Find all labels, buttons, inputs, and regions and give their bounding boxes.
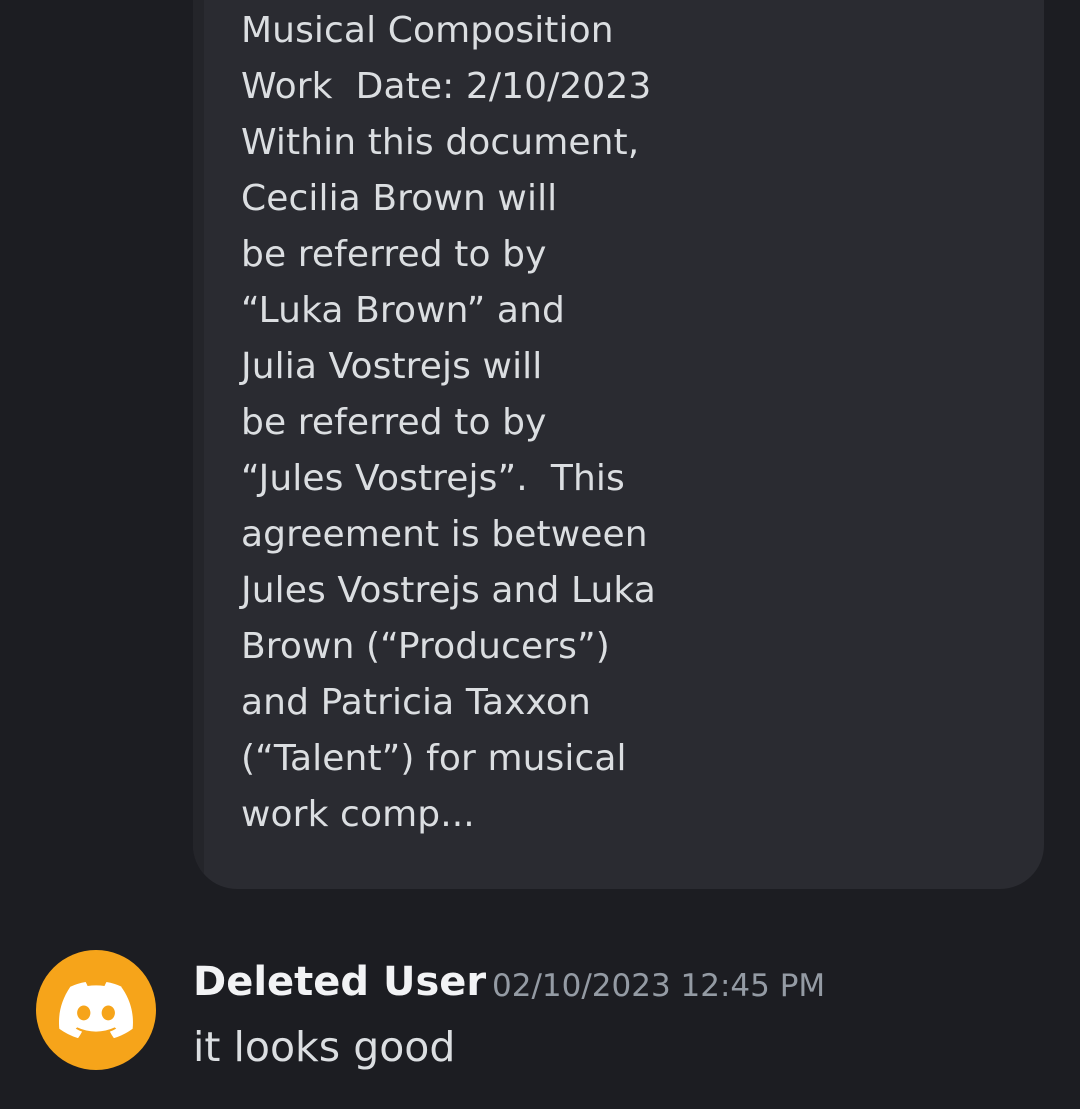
embed-line: be referred to by [241,402,547,443]
embed-line: Brown (“Producers”) [241,626,610,667]
embed-line: and Patricia Taxxon [241,682,591,723]
embed-line: “Jules Vostrejs”. This [241,458,625,499]
message-embed: Musical Composition Work Date: 2/10/2023… [193,0,1044,889]
embed-line: Cecilia Brown will [241,178,558,219]
embed-text: Musical Composition Work Date: 2/10/2023… [241,3,656,843]
embed-accent-bar [193,0,204,889]
embed-line: Jules Vostrejs and Luka [241,570,656,611]
embed-line: Within this document, [241,122,640,163]
embed-line: (“Talent”) for musical [241,738,627,779]
embed-line: agreement is between [241,514,648,555]
embed-line: “Luka Brown” and [241,290,565,331]
embed-line: be referred to by [241,234,547,275]
chat-message: Deleted User 02/10/2023 12:45 PM it look… [0,948,1080,1109]
embed-line: work comp... [241,794,475,835]
username[interactable]: Deleted User [193,956,486,1008]
avatar[interactable] [36,950,156,1070]
discord-logo-icon [59,982,133,1038]
message-timestamp: 02/10/2023 12:45 PM [492,968,826,1004]
embed-line: Musical Composition [241,10,614,51]
message-content: it looks good [193,1023,456,1071]
embed-line: Work Date: 2/10/2023 [241,66,652,107]
embed-line: Julia Vostrejs will [241,346,543,387]
